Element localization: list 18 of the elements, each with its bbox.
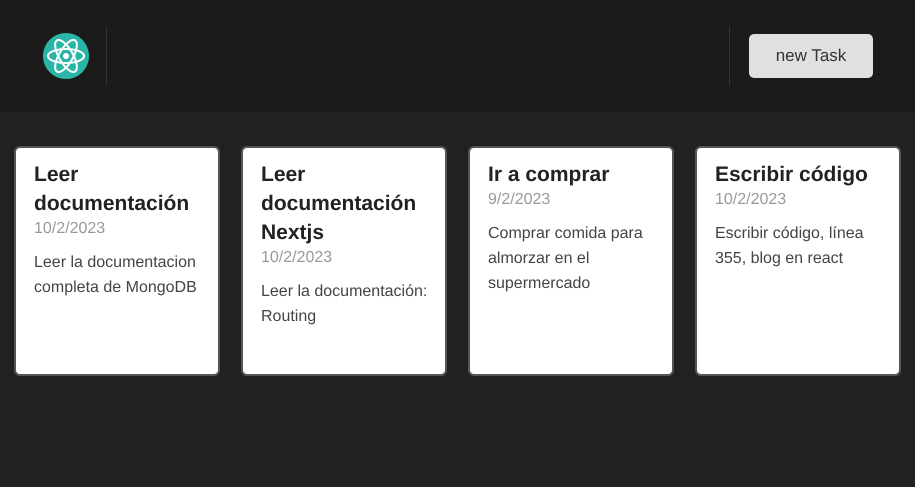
atom-logo-icon [42,32,90,80]
task-title: Escribir código [715,162,869,188]
task-description: Leer la documentacion completa de MongoDB [34,253,198,298]
task-date: 10/2/2023 [261,248,334,268]
task-date: 9/2/2023 [488,190,552,210]
new-task-button[interactable]: new Task [749,34,873,78]
task-date: 10/2/2023 [34,219,106,239]
task-title: Leer documentación Nextjs [261,162,418,246]
task-card[interactable]: Escribir código 10/2/2023 Escribir código, línea 355, blog en react [697,148,899,374]
task-description: Leer la documentación: Routing [261,282,428,327]
task-card[interactable]: Ir a comprar 9/2/2023 Comprar comida para almorzar en el supermercado [470,148,672,374]
task-description: Comprar comida para almorzar en el supermercado [488,224,644,294]
task-date: 10/2/2023 [715,190,788,210]
task-description: Escribir código, línea 355, blog en react [715,224,865,269]
task-title: Leer documentación [34,162,190,217]
task-card[interactable]: Leer documentación 10/2/2023 Leer la documentacion completa de MongoDB [16,148,218,374]
task-title: Ir a comprar [488,162,610,188]
task-card[interactable]: Leer documentación Nextjs 10/2/2023 Leer la documentación: Routing [243,148,445,374]
